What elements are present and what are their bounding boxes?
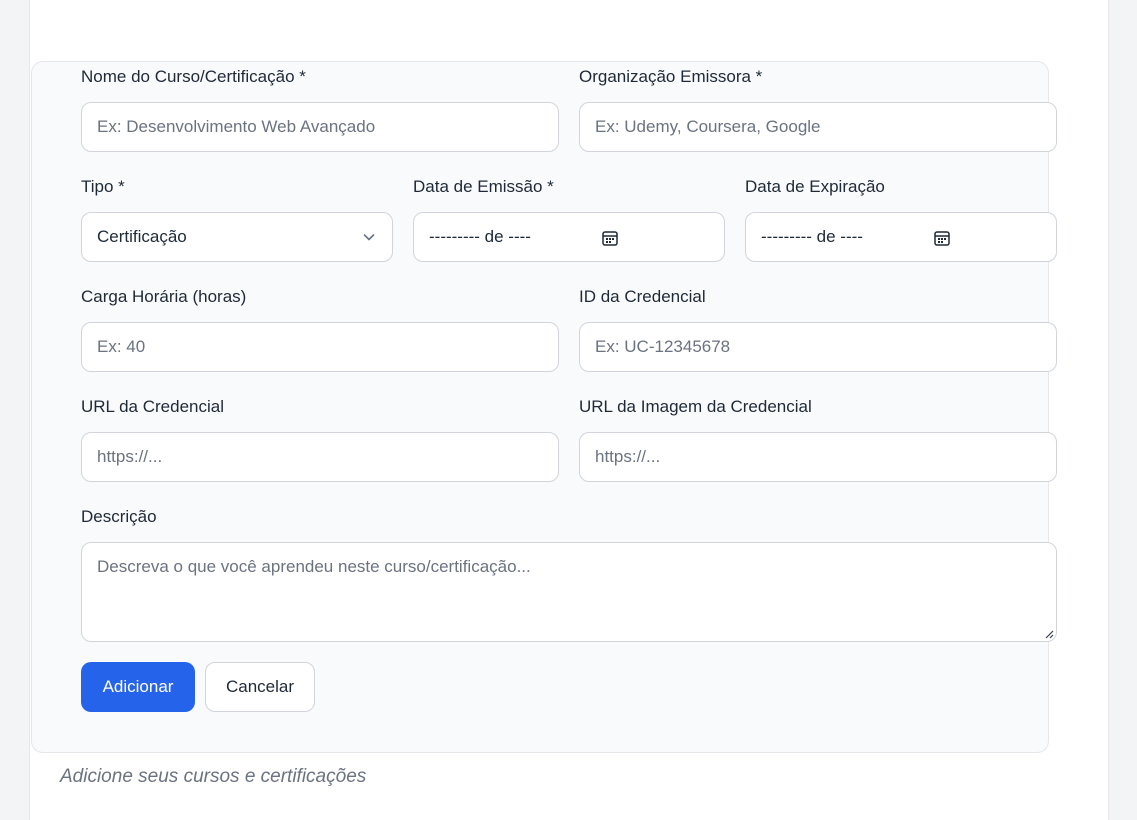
resize-handle-icon[interactable]: [1044, 629, 1054, 639]
calendar-icon[interactable]: [933, 229, 951, 247]
issuer-label: Organização Emissora *: [579, 67, 763, 86]
course-name-input[interactable]: [81, 102, 559, 152]
expiry-date-input[interactable]: --------- de ----: [745, 212, 1057, 262]
chevron-down-icon: [363, 234, 375, 241]
credential-image-url-input[interactable]: [579, 432, 1057, 482]
issue-date-label: Data de Emissão *: [413, 177, 554, 196]
hours-input[interactable]: [81, 322, 559, 372]
type-select-value: Certificação: [97, 227, 187, 246]
calendar-icon[interactable]: [601, 229, 619, 247]
add-button[interactable]: Adicionar: [81, 662, 195, 712]
description-textarea[interactable]: [81, 542, 1057, 642]
hours-label: Carga Horária (horas): [81, 287, 247, 306]
issue-date-input[interactable]: --------- de ----: [413, 212, 725, 262]
cancel-button[interactable]: Cancelar: [205, 662, 315, 712]
expiry-date-value: --------- de ----: [761, 227, 863, 246]
credential-url-label: URL da Credencial: [81, 397, 224, 416]
type-select[interactable]: Certificação: [81, 212, 393, 262]
description-label: Descrição: [81, 507, 157, 526]
issue-date-value: --------- de ----: [429, 227, 531, 246]
course-name-label: Nome do Curso/Certificação *: [81, 67, 306, 86]
credential-image-url-label: URL da Imagem da Credencial: [579, 397, 812, 416]
expiry-date-label: Data de Expiração: [745, 177, 885, 196]
credential-id-label: ID da Credencial: [579, 287, 706, 306]
empty-state-hint: Adicione seus cursos e certificações: [60, 766, 367, 787]
credential-id-input[interactable]: [579, 322, 1057, 372]
type-label: Tipo *: [81, 177, 125, 196]
credential-url-input[interactable]: [81, 432, 559, 482]
issuer-input[interactable]: [579, 102, 1057, 152]
